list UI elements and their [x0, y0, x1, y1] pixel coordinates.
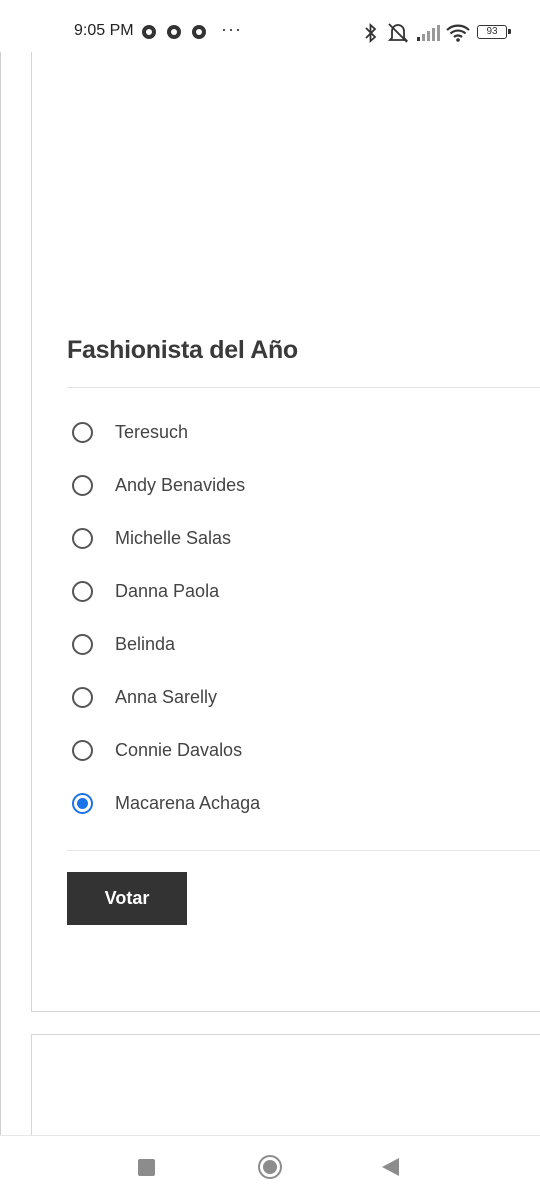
divider: [67, 387, 540, 388]
poll-title: Fashionista del Año: [67, 336, 298, 364]
chrome-icon: [167, 25, 181, 39]
signal-icon: [417, 25, 440, 41]
poll-option[interactable]: Danna Paola: [72, 565, 532, 618]
radio-button[interactable]: [72, 740, 93, 761]
poll-option[interactable]: Connie Davalos: [72, 724, 532, 777]
wifi-icon: [446, 24, 470, 42]
poll-option[interactable]: Michelle Salas: [72, 512, 532, 565]
battery-icon: 93: [477, 25, 511, 39]
divider: [67, 850, 540, 851]
navigation-bar: [0, 1135, 540, 1201]
page-edge: [0, 52, 1, 1135]
status-time: 9:05 PM: [74, 22, 134, 39]
poll-option-label: Macarena Achaga: [115, 793, 261, 813]
poll-option[interactable]: Macarena Achaga: [72, 777, 532, 830]
more-icon: ···: [221, 19, 242, 39]
back-icon[interactable]: [382, 1158, 399, 1176]
poll-option[interactable]: Belinda: [72, 618, 532, 671]
poll-options: Teresuch Andy Benavides Michelle Salas Dann…: [72, 406, 532, 830]
poll-option-label: Connie Davalos: [115, 740, 243, 760]
poll-option-label: Anna Sarelly: [115, 687, 218, 707]
poll-option-label: Andy Benavides: [115, 475, 246, 495]
radio-button[interactable]: [72, 475, 93, 496]
radio-button[interactable]: [72, 422, 93, 443]
poll-option[interactable]: Andy Benavides: [72, 459, 532, 512]
status-bar: 9:05 PM ··· 93: [0, 0, 540, 52]
chrome-icon: [192, 25, 206, 39]
radio-button[interactable]: [72, 687, 93, 708]
poll-option-label: Michelle Salas: [115, 528, 232, 548]
next-card: [31, 1034, 540, 1144]
recents-icon[interactable]: [138, 1159, 155, 1176]
poll-option[interactable]: Anna Sarelly: [72, 671, 532, 724]
vote-button[interactable]: Votar: [67, 872, 187, 925]
poll-option-label: Teresuch: [115, 422, 189, 442]
chrome-icon: [142, 25, 156, 39]
bluetooth-icon: [365, 23, 377, 43]
radio-button[interactable]: [72, 581, 93, 602]
radio-button[interactable]: [72, 528, 93, 549]
poll-option[interactable]: Teresuch: [72, 406, 532, 459]
radio-button[interactable]: [72, 634, 93, 655]
poll-option-label: Belinda: [115, 634, 176, 654]
vibrate-icon: [387, 23, 409, 43]
radio-button[interactable]: [72, 793, 93, 814]
home-icon[interactable]: [258, 1155, 282, 1179]
poll-option-label: Danna Paola: [115, 581, 220, 601]
